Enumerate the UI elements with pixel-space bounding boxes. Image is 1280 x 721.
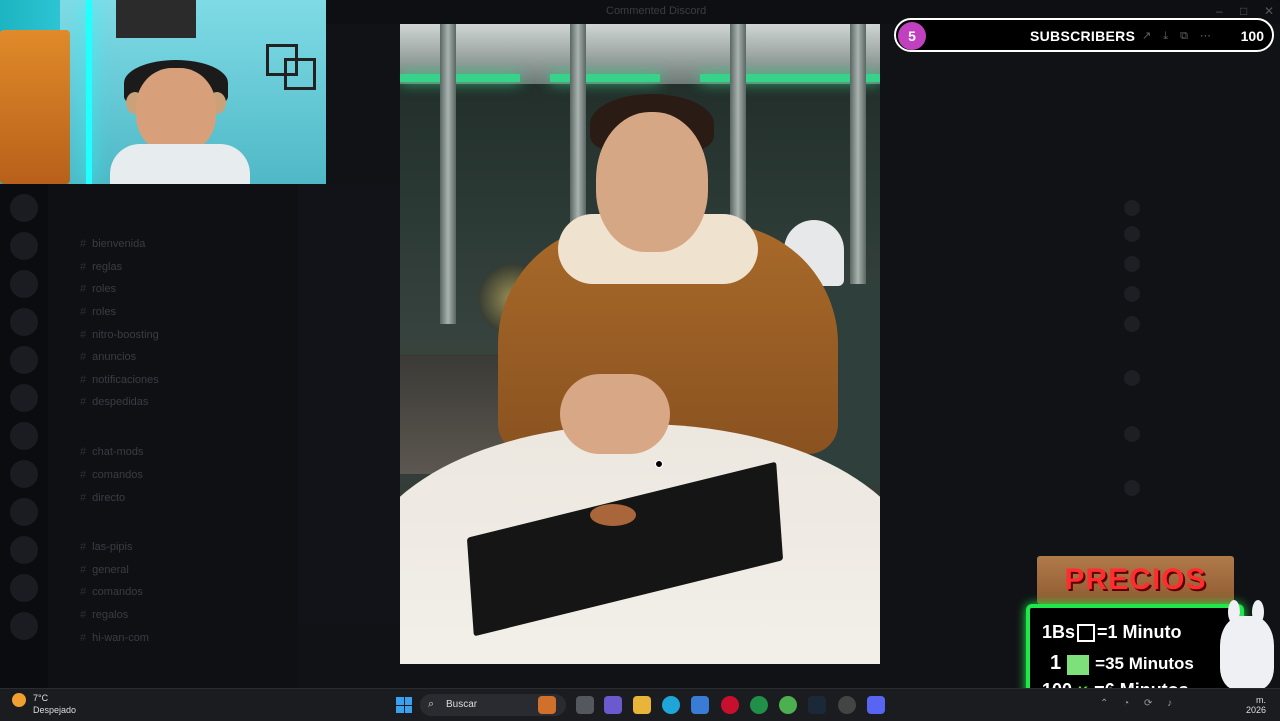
shared-photo [400, 24, 880, 664]
chat-area [298, 184, 400, 624]
member-item[interactable] [1124, 370, 1146, 386]
window-title: Commented Discord [606, 5, 707, 17]
member-item[interactable] [1124, 286, 1146, 302]
server-icon[interactable] [10, 308, 38, 336]
precios-title: PRECIOS [1064, 563, 1207, 596]
channel-item[interactable]: # comandos [80, 586, 143, 598]
channel-item[interactable]: # roles [80, 283, 116, 295]
search-icon: ⌕ [428, 698, 435, 710]
server-icon[interactable] [10, 194, 38, 222]
channel-item[interactable]: # comandos [80, 469, 143, 481]
member-item[interactable] [1124, 256, 1146, 272]
taskbar: 7°C Despejado ⌕ Buscar ⌃ ◔ ⟳ ♪ m. 2026 [0, 688, 1280, 721]
price-row: 1Bs =1 Minuto [1042, 622, 1182, 643]
channel-item[interactable]: # chat-mods [80, 446, 143, 458]
app-u-icon[interactable] [750, 696, 768, 714]
channel-item[interactable]: # reglas [80, 261, 122, 273]
weather-icon [12, 693, 26, 707]
edge-icon[interactable] [662, 696, 680, 714]
chrome-icon[interactable] [779, 696, 797, 714]
member-item[interactable] [1124, 480, 1146, 496]
minimize-icon[interactable]: – [1216, 4, 1223, 18]
member-item[interactable] [1124, 200, 1146, 216]
store-icon[interactable] [691, 696, 709, 714]
channel-item[interactable]: # roles [80, 306, 116, 318]
server-icon[interactable] [10, 460, 38, 488]
server-icon[interactable] [10, 346, 38, 374]
member-item[interactable] [1124, 426, 1146, 442]
member-item[interactable] [1124, 316, 1146, 332]
channel-item[interactable]: # anuncios [80, 351, 136, 363]
server-icon[interactable] [10, 422, 38, 450]
subscriber-goal-bar: 5 SUBSCRIBERS ↗⤓⧉⋯ 100 [894, 18, 1274, 52]
precios-sign: PRECIOS [1037, 556, 1234, 604]
channel-item[interactable]: # hi-wan-com [80, 632, 149, 644]
server-icon[interactable] [10, 232, 38, 260]
webcam-overlay [0, 0, 326, 184]
subscriber-label: SUBSCRIBERS [1030, 28, 1136, 44]
file-explorer-icon[interactable] [633, 696, 651, 714]
system-tray[interactable]: ⌃ ◔ ⟳ ♪ [1100, 698, 1178, 709]
rabbid-mascot-icon [1220, 600, 1274, 690]
task-view-icon[interactable] [576, 696, 594, 714]
discord-icon[interactable] [867, 696, 885, 714]
subscriber-count: 5 [898, 22, 926, 50]
channel-item[interactable]: # directo [80, 492, 125, 504]
toolbar-icons: ↗⤓⧉⋯ [1142, 30, 1223, 42]
search-highlight-icon[interactable] [538, 696, 556, 714]
channel-item[interactable]: # nitro-boosting [80, 329, 159, 341]
member-item[interactable] [1124, 226, 1146, 242]
channel-item[interactable]: # despedidas [80, 396, 148, 408]
channel-item[interactable]: # las-pipis [80, 541, 132, 553]
subscriber-goal: 100 [1240, 28, 1264, 44]
maximize-icon[interactable]: □ [1240, 4, 1247, 18]
channel-list: # bienvenida # reglas # roles # roles # nitro… [48, 184, 298, 688]
server-rail [0, 184, 48, 688]
cursor [655, 460, 663, 468]
obs-icon[interactable] [838, 696, 856, 714]
server-icon[interactable] [10, 498, 38, 526]
server-icon[interactable] [10, 384, 38, 412]
server-icon[interactable] [10, 536, 38, 564]
qr-icon [1077, 624, 1096, 643]
channel-item[interactable]: # bienvenida [80, 238, 145, 250]
copilot-icon[interactable] [604, 696, 622, 714]
gift-icon [1067, 654, 1090, 675]
server-icon[interactable] [10, 270, 38, 298]
member-list [1110, 80, 1280, 560]
start-button[interactable] [396, 697, 412, 713]
opera-icon[interactable] [721, 696, 739, 714]
close-icon[interactable]: ✕ [1264, 4, 1274, 18]
server-icon[interactable] [10, 574, 38, 602]
clock[interactable]: m. 2026 [1246, 695, 1266, 715]
price-row: 1 =35 Minutos [1050, 652, 1194, 675]
steam-icon[interactable] [808, 696, 826, 714]
channel-item[interactable]: # general [80, 564, 129, 576]
channel-item[interactable]: # regalos [80, 609, 128, 621]
server-icon[interactable] [10, 612, 38, 640]
channel-item[interactable]: # notificaciones [80, 374, 159, 386]
weather-widget[interactable]: 7°C Despejado [12, 693, 76, 715]
